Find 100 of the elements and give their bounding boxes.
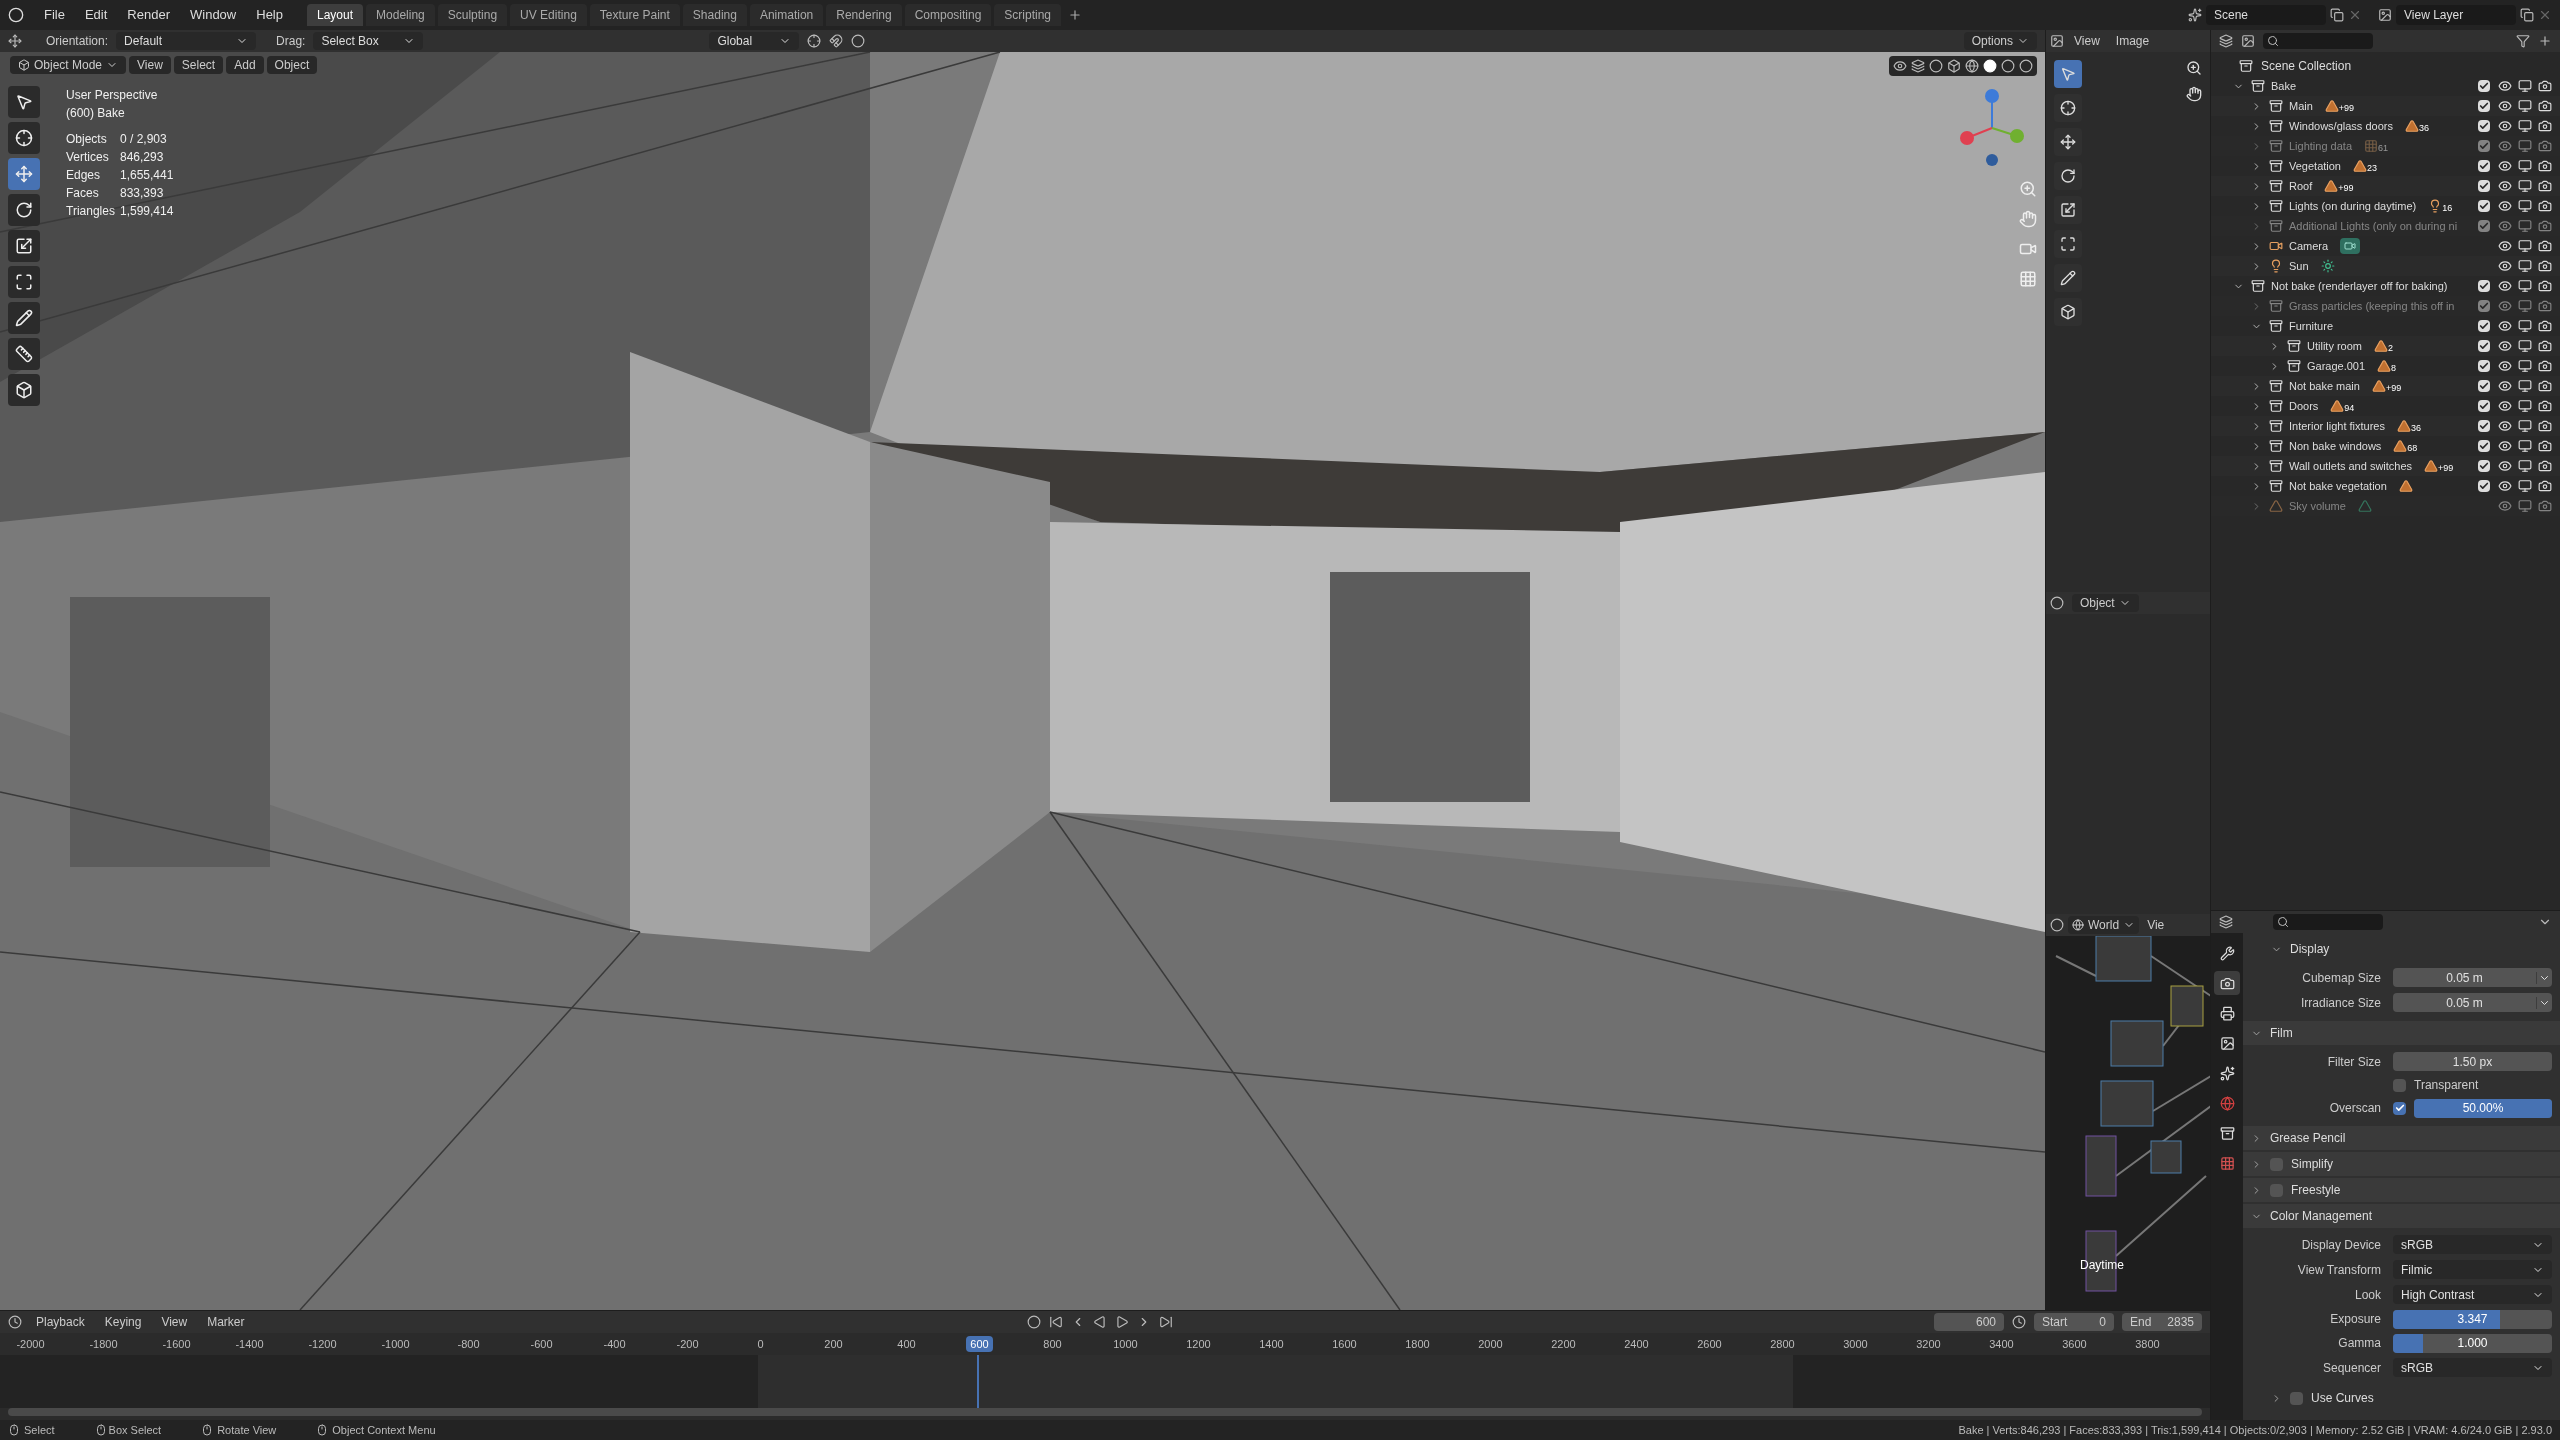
mode-dropdown[interactable]: Object Mode xyxy=(10,56,127,74)
slider-field[interactable]: 50.00% xyxy=(2414,1098,2552,1118)
checkbox[interactable] xyxy=(2290,1391,2303,1405)
workspace-tab[interactable]: Layout xyxy=(307,4,364,26)
property-label: Filter Size xyxy=(2326,1053,2382,1071)
scene-icon xyxy=(2219,1065,2235,1081)
image-editor-menu[interactable]: Image xyxy=(2109,32,2156,50)
viewport-menu[interactable]: View xyxy=(129,56,171,74)
exclude-checkbox[interactable] xyxy=(2478,280,2490,292)
workspace-tab[interactable]: UV Editing xyxy=(510,4,587,26)
checkbox[interactable] xyxy=(2270,1157,2283,1171)
scene-field[interactable]: Scene xyxy=(2206,5,2326,25)
node-card[interactable] xyxy=(2170,985,2204,1027)
panel-header[interactable]: Use Curves xyxy=(2243,1386,2560,1410)
exclude-checkbox[interactable] xyxy=(2478,200,2490,212)
node-card[interactable] xyxy=(2085,1135,2117,1197)
exclude-checkbox[interactable] xyxy=(2478,440,2490,452)
checkbox[interactable] xyxy=(2393,1078,2406,1092)
current-frame-field[interactable]: 600 xyxy=(1934,1313,2004,1331)
panel-header[interactable]: Simplify xyxy=(2243,1152,2560,1176)
options-button[interactable]: Options xyxy=(1963,32,2037,50)
tool-button[interactable] xyxy=(8,302,40,334)
tool-button[interactable] xyxy=(8,86,40,118)
exclude-checkbox[interactable] xyxy=(2478,120,2490,132)
menu-item[interactable]: Render xyxy=(119,5,178,25)
tool-button[interactable] xyxy=(8,122,40,154)
exclude-checkbox[interactable] xyxy=(2478,480,2490,492)
exclude-checkbox[interactable] xyxy=(2478,340,2490,352)
properties-tab[interactable] xyxy=(2214,971,2240,995)
panel-header[interactable]: Film xyxy=(2243,1021,2560,1045)
tool-button[interactable] xyxy=(8,266,40,298)
exclude-checkbox[interactable] xyxy=(2478,400,2490,412)
collection-icon xyxy=(2269,419,2283,433)
workspace-tab[interactable]: Texture Paint xyxy=(589,4,680,26)
workspace-tab[interactable]: Scripting xyxy=(994,4,1062,26)
node-card[interactable] xyxy=(2110,1020,2164,1067)
workspace-tab[interactable]: Rendering xyxy=(826,4,902,26)
workspace-tab[interactable]: Compositing xyxy=(904,4,992,26)
start-frame-field[interactable]: Start 0 xyxy=(2034,1313,2114,1331)
timeline-menu[interactable]: Playback xyxy=(30,1313,91,1331)
exclude-checkbox[interactable] xyxy=(2478,320,2490,332)
timeline-menu[interactable]: Marker xyxy=(201,1313,251,1331)
dropdown[interactable]: High Contrast xyxy=(2393,1285,2552,1304)
tool-button[interactable] xyxy=(8,230,40,262)
number-field[interactable]: 0.05 m xyxy=(2393,993,2552,1012)
menu-item[interactable]: Help xyxy=(248,5,291,25)
dropdown[interactable]: sRGB xyxy=(2393,1358,2552,1377)
panel-header[interactable]: Freestyle xyxy=(2243,1178,2560,1202)
node-card[interactable] xyxy=(2150,1140,2182,1174)
node-card[interactable] xyxy=(2095,936,2152,982)
orientation-dropdown[interactable]: Default xyxy=(116,32,257,50)
slider-field[interactable]: 3.347 xyxy=(2393,1309,2552,1329)
exclude-checkbox[interactable] xyxy=(2478,420,2490,432)
object-dropdown[interactable]: Object xyxy=(2072,594,2139,612)
exclude-checkbox[interactable] xyxy=(2478,380,2490,392)
world-dropdown[interactable]: World xyxy=(2068,916,2140,934)
transform-orientation-dropdown[interactable]: Global xyxy=(709,32,800,50)
frame-number: -200 xyxy=(675,1336,700,1352)
panel-header[interactable]: Color Management xyxy=(2243,1204,2560,1228)
number-field[interactable]: 1.50 px xyxy=(2393,1052,2552,1071)
collection-icon xyxy=(2219,1125,2235,1141)
exclude-checkbox[interactable] xyxy=(2478,460,2490,472)
exclude-checkbox[interactable] xyxy=(2478,80,2490,92)
outliner-item-name: Windows/glass doors xyxy=(2289,118,2393,134)
properties-search-field[interactable] xyxy=(2273,914,2383,930)
exclude-checkbox[interactable] xyxy=(2478,160,2490,172)
tool-button[interactable] xyxy=(8,194,40,226)
viewport-menu[interactable]: Select xyxy=(173,56,224,74)
drag-dropdown[interactable]: Select Box xyxy=(313,32,424,50)
workspace-tab[interactable]: Sculpting xyxy=(437,4,508,26)
slider-field[interactable]: 1.000 xyxy=(2393,1333,2552,1353)
menu-item[interactable]: File xyxy=(36,5,73,25)
tool-button[interactable] xyxy=(8,338,40,370)
workspace-tab[interactable]: Shading xyxy=(682,4,747,26)
exclude-checkbox[interactable] xyxy=(2478,360,2490,372)
timeline-menu[interactable]: Keying xyxy=(98,1313,148,1331)
panel-header[interactable]: Grease Pencil xyxy=(2243,1126,2560,1150)
timeline-menu[interactable]: View xyxy=(155,1313,194,1331)
checkbox[interactable] xyxy=(2270,1183,2283,1197)
view-layer-field[interactable]: View Layer xyxy=(2396,5,2516,25)
image-editor-menu[interactable]: View xyxy=(2068,32,2106,50)
dropdown[interactable]: Filmic xyxy=(2393,1260,2552,1279)
viewport-menu[interactable]: Add xyxy=(226,56,264,74)
panel-header[interactable]: Display xyxy=(2243,937,2560,961)
checkbox[interactable] xyxy=(2393,1101,2406,1115)
workspace-tab[interactable]: Modeling xyxy=(366,4,435,26)
workspace-tab[interactable]: Animation xyxy=(749,4,824,26)
exclude-checkbox[interactable] xyxy=(2478,100,2490,112)
number-field[interactable]: 0.05 m xyxy=(2393,968,2552,987)
dropdown[interactable]: sRGB xyxy=(2393,1235,2552,1254)
node-editor-menu[interactable]: Vie xyxy=(2143,916,2169,934)
menu-item[interactable]: Window xyxy=(182,5,245,25)
node-card[interactable] xyxy=(2100,1080,2154,1127)
outliner-search-field[interactable] xyxy=(2263,33,2373,49)
end-frame-field[interactable]: End 2835 xyxy=(2122,1313,2202,1331)
viewport-menu[interactable]: Object xyxy=(266,56,318,74)
triangle-icon xyxy=(2324,99,2339,113)
tool-button[interactable] xyxy=(8,374,40,406)
menu-item[interactable]: Edit xyxy=(76,5,116,25)
exclude-checkbox[interactable] xyxy=(2478,180,2490,192)
